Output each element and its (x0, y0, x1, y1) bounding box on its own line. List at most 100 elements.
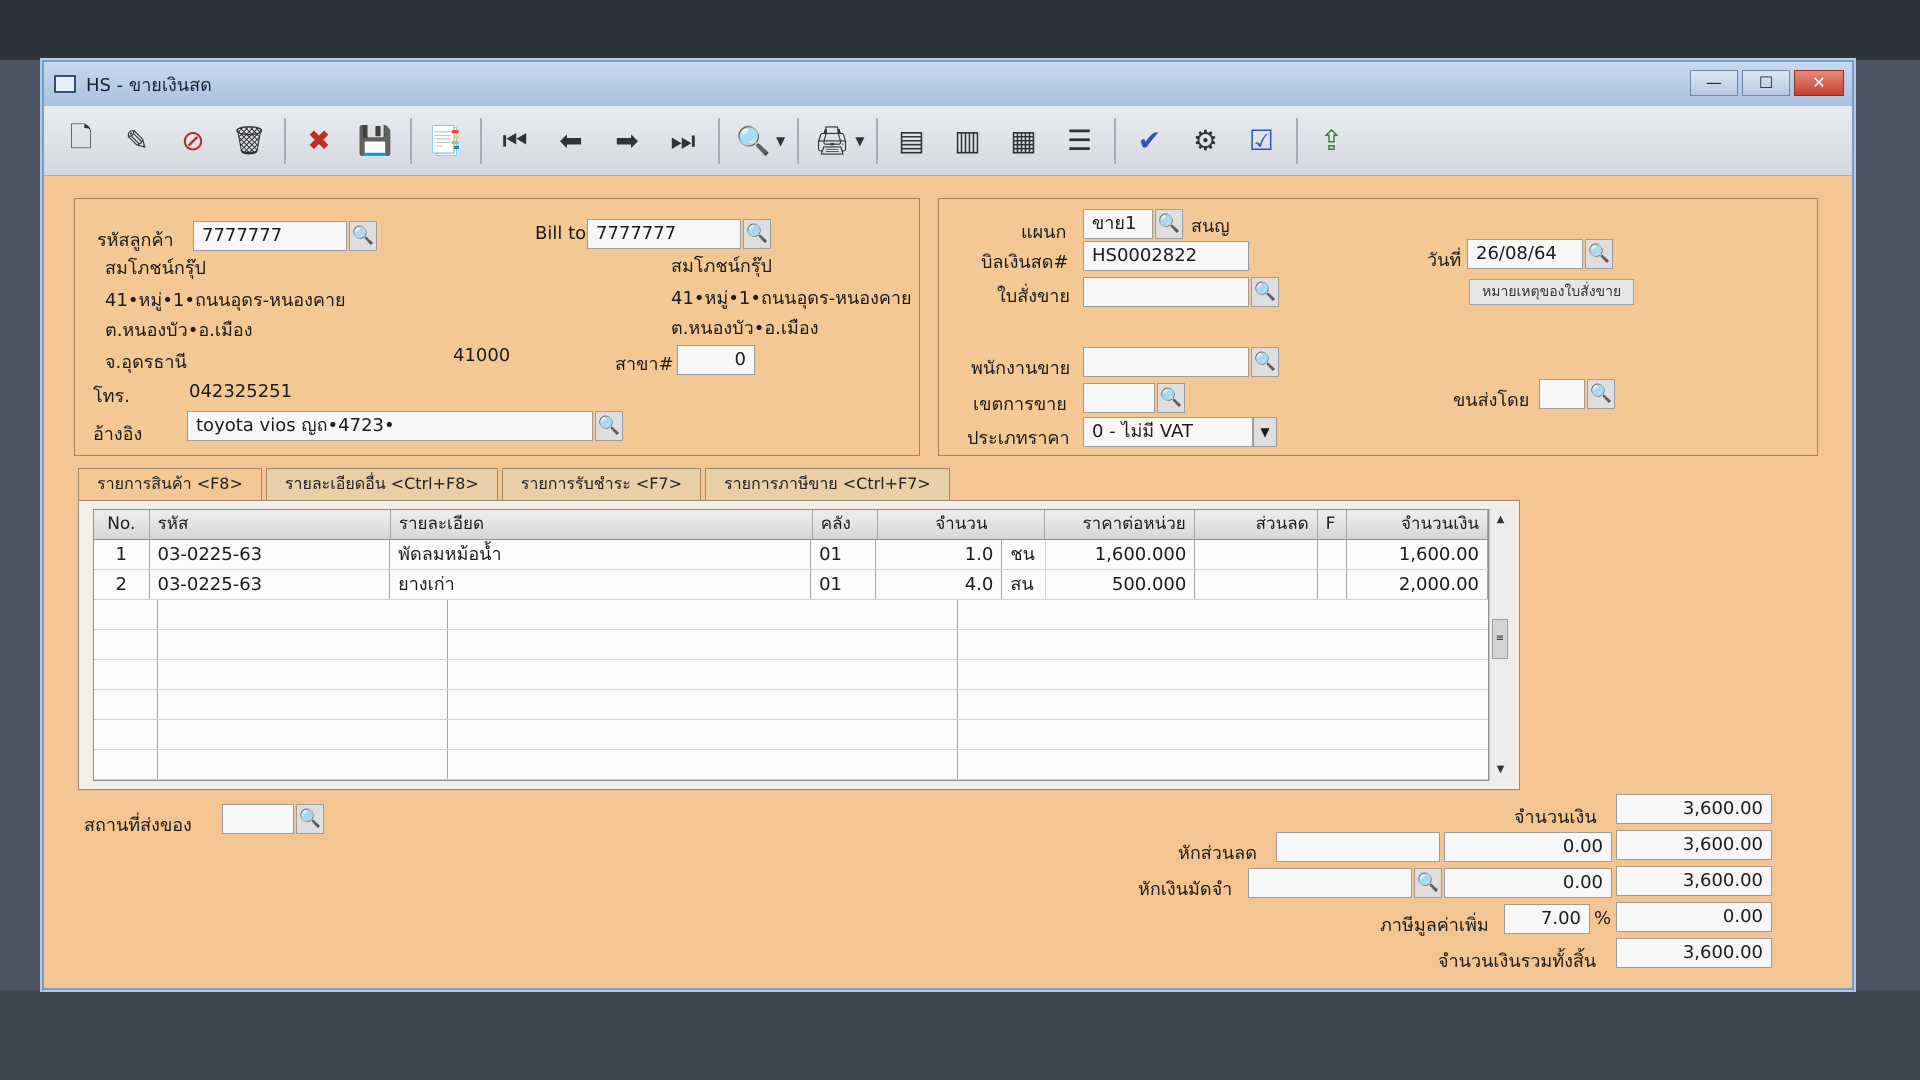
journal-icon[interactable]: ☰ (1056, 117, 1102, 165)
empty-row[interactable] (94, 750, 1488, 780)
table-row[interactable]: 2 03-0225-63 ยางเก่า 01 4.0 สน 500.000 2… (94, 570, 1488, 600)
table-row[interactable]: 1 03-0225-63 พัดลมหม้อน้ำ 01 1.0 ชน 1,60… (94, 540, 1488, 570)
ship-by-search-icon[interactable]: 🔍 (1587, 379, 1615, 409)
void-icon[interactable]: ⊘ (170, 117, 216, 165)
items-grid[interactable]: No. รหัส รายละเอียด คลัง จำนวน ราคาต่อหน… (93, 509, 1489, 781)
reference-search-icon[interactable]: 🔍 (595, 411, 623, 441)
maximize-button[interactable]: ☐ (1742, 70, 1790, 96)
bill-to-field[interactable]: 7777777 (587, 219, 741, 249)
form-icon[interactable]: ▥ (944, 117, 990, 165)
discount-text-field[interactable] (1276, 832, 1440, 862)
column-header-amount[interactable]: จำนวนเงิน (1347, 510, 1488, 539)
cell-warehouse[interactable]: 01 (811, 570, 877, 599)
customer-code-field[interactable]: 7777777 (193, 221, 347, 251)
vat-rate-field[interactable]: 7.00 (1504, 904, 1590, 934)
department-search-icon[interactable]: 🔍 (1155, 209, 1183, 239)
tab-sales-tax[interactable]: รายการภาษีขาย <Ctrl+F7> (705, 468, 950, 500)
cell-f[interactable] (1318, 540, 1348, 569)
approve-icon[interactable]: ✔ (1126, 117, 1172, 165)
column-header-warehouse[interactable]: คลัง (813, 510, 879, 539)
sales-area-field[interactable] (1083, 383, 1155, 413)
column-header-description[interactable]: รายละเอียด (391, 510, 813, 539)
empty-row[interactable] (94, 720, 1488, 750)
print-dropdown-icon[interactable]: ▼ (855, 134, 864, 148)
copy-icon[interactable]: 📑 (422, 117, 468, 165)
cell-code[interactable]: 03-0225-63 (150, 540, 391, 569)
column-header-no[interactable]: No. (94, 510, 150, 539)
trash-icon[interactable]: 🗑 (226, 117, 272, 165)
confirm-ok-icon[interactable]: ☑ (1238, 117, 1284, 165)
cell-code[interactable]: 03-0225-63 (150, 570, 391, 599)
new-doc-icon[interactable]: 🗋 (58, 117, 104, 165)
price-type-select[interactable]: 0 - ไม่มี VAT (1083, 417, 1253, 447)
tab-payments[interactable]: รายการรับชำระ <F7> (501, 468, 702, 500)
empty-row[interactable] (94, 660, 1488, 690)
close-button[interactable]: ✕ (1794, 70, 1844, 96)
bill-to-search-icon[interactable]: 🔍 (743, 219, 771, 249)
deposit-search-icon[interactable]: 🔍 (1414, 868, 1442, 898)
first-record-icon[interactable]: ⏮ (492, 117, 538, 165)
last-record-icon[interactable]: ⏭ (660, 117, 706, 165)
discount-value-field[interactable]: 0.00 (1444, 832, 1612, 862)
order-note-button[interactable]: หมายเหตุของใบสั่งขาย (1469, 279, 1635, 305)
empty-row[interactable] (94, 630, 1488, 660)
cell-quantity[interactable]: 4.0 (876, 570, 1003, 599)
empty-row[interactable] (94, 690, 1488, 720)
sales-order-search-icon[interactable]: 🔍 (1251, 277, 1279, 307)
date-picker-icon[interactable]: 🔍 (1585, 239, 1613, 269)
cell-description[interactable]: ยางเก่า (390, 570, 812, 599)
chevron-down-icon[interactable]: ▼ (1253, 417, 1277, 447)
column-header-discount[interactable]: ส่วนลด (1195, 510, 1318, 539)
tools-icon[interactable]: ⚙ (1182, 117, 1228, 165)
export-icon[interactable]: ⇪ (1308, 117, 1354, 165)
cell-unit-price[interactable]: 500.000 (1046, 570, 1196, 599)
report-icon[interactable]: ▤ (888, 117, 934, 165)
grid-scrollbar[interactable]: ▲ ≡ ▼ (1489, 509, 1511, 781)
find-dropdown-icon[interactable]: ▼ (776, 134, 785, 148)
customer-search-icon[interactable]: 🔍 (349, 221, 377, 251)
edit-icon[interactable]: ✎ (114, 117, 160, 165)
sales-area-search-icon[interactable]: 🔍 (1157, 383, 1185, 413)
ship-place-search-icon[interactable]: 🔍 (296, 804, 324, 834)
minimize-button[interactable]: — (1690, 70, 1738, 96)
cell-unit[interactable]: สน (1002, 570, 1047, 599)
title-bar[interactable]: HS - ขายเงินสด — ☐ ✕ (44, 62, 1852, 106)
department-field[interactable]: ขาย1 (1083, 209, 1153, 239)
salesman-field[interactable] (1083, 347, 1249, 377)
cell-f[interactable] (1318, 570, 1348, 599)
tab-items[interactable]: รายการสินค้า <F8> (78, 468, 262, 501)
cell-description[interactable]: พัดลมหม้อน้ำ (390, 540, 812, 569)
empty-row[interactable] (94, 600, 1488, 630)
column-header-unit-price[interactable]: ราคาต่อหน่วย (1045, 510, 1195, 539)
find-icon[interactable]: 🔍 (730, 117, 776, 165)
deposit-value-field[interactable]: 0.00 (1444, 868, 1612, 898)
cell-warehouse[interactable]: 01 (811, 540, 877, 569)
sales-order-field[interactable] (1083, 277, 1249, 307)
column-header-code[interactable]: รหัส (150, 510, 391, 539)
date-field[interactable]: 26/08/64 (1467, 239, 1583, 269)
scroll-thumb[interactable]: ≡ (1492, 619, 1508, 659)
cell-quantity[interactable]: 1.0 (876, 540, 1003, 569)
cell-discount[interactable] (1195, 540, 1318, 569)
scroll-up-icon[interactable]: ▲ (1490, 509, 1511, 531)
bill-number-field[interactable]: HS0002822 (1083, 241, 1249, 271)
cancel-icon[interactable]: ✖ (296, 117, 342, 165)
save-icon[interactable]: 💾 (352, 117, 398, 165)
next-record-icon[interactable]: ➡ (604, 117, 650, 165)
ship-place-field[interactable] (222, 804, 294, 834)
tab-other-details[interactable]: รายละเอียดอื่น <Ctrl+F8> (265, 468, 498, 500)
cell-unit[interactable]: ชน (1002, 540, 1047, 569)
salesman-search-icon[interactable]: 🔍 (1251, 347, 1279, 377)
ship-by-field[interactable] (1539, 379, 1585, 409)
cell-discount[interactable] (1195, 570, 1318, 599)
column-header-quantity[interactable]: จำนวน (878, 510, 1046, 539)
chart-icon[interactable]: ▦ (1000, 117, 1046, 165)
print-icon[interactable]: 🖨 (809, 117, 855, 165)
scroll-down-icon[interactable]: ▼ (1490, 759, 1511, 781)
deposit-text-field[interactable] (1248, 868, 1412, 898)
reference-field[interactable]: toyota vios ญถ•4723• (187, 411, 593, 441)
branch-field[interactable]: 0 (677, 345, 755, 375)
prev-record-icon[interactable]: ⬅ (548, 117, 594, 165)
column-header-f[interactable]: F (1318, 510, 1347, 539)
cell-unit-price[interactable]: 1,600.000 (1046, 540, 1196, 569)
